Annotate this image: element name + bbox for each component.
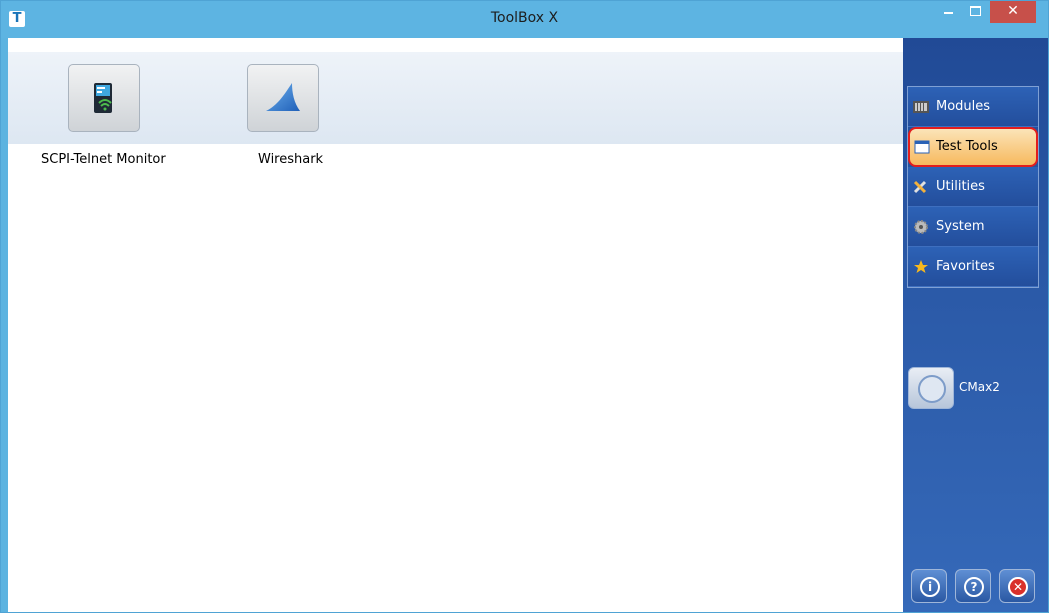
sidebar-item-label: Utilities — [936, 179, 985, 194]
sidebar-item-label: Favorites — [936, 259, 995, 274]
modules-icon — [913, 101, 929, 113]
info-button[interactable]: i — [911, 569, 947, 603]
star-icon — [914, 260, 928, 273]
close-button[interactable]: ✕ — [990, 1, 1036, 23]
sidebar: Modules Test Tools Utilities System Favo… — [903, 38, 1048, 612]
wireshark-fin-icon — [266, 83, 300, 111]
tool-label: SCPI-Telnet Monitor — [41, 152, 166, 167]
disc-icon — [918, 375, 946, 403]
info-icon: i — [920, 577, 940, 597]
minimize-icon — [944, 12, 953, 14]
minimize-button[interactable] — [935, 1, 962, 23]
title-bar[interactable]: T ToolBox X ✕ — [1, 1, 1048, 38]
utilities-icon — [913, 180, 927, 194]
exit-icon: ✕ — [1008, 577, 1028, 597]
sidebar-item-test-tools[interactable]: Test Tools — [908, 127, 1038, 167]
maximize-button[interactable] — [962, 1, 989, 23]
sidebar-item-label: Test Tools — [936, 139, 998, 154]
scpi-telnet-monitor-button[interactable] — [68, 64, 140, 132]
window-title: ToolBox X — [490, 10, 559, 26]
device-label: CMax2 — [959, 380, 1000, 394]
tool-label: Wireshark — [258, 152, 324, 167]
cmax2-device-button[interactable] — [908, 367, 954, 409]
help-button[interactable]: ? — [955, 569, 991, 603]
sidebar-item-favorites[interactable]: Favorites — [908, 247, 1038, 287]
sidebar-item-system-settings[interactable]: System Settings — [908, 207, 1038, 274]
exit-button[interactable]: ✕ — [999, 569, 1035, 603]
maximize-icon — [970, 6, 981, 16]
tools-strip — [8, 52, 903, 144]
test-tools-icon — [914, 140, 930, 154]
wireshark-button[interactable] — [247, 64, 319, 132]
toolbox-window: T ToolBox X ✕ SCPI-Telnet Monitor Wiresh… — [0, 0, 1049, 613]
telnet-monitor-icon — [94, 83, 112, 113]
main-content: SCPI-Telnet Monitor Wireshark — [8, 38, 903, 612]
sidebar-item-label: Modules — [936, 99, 991, 114]
sidebar-item-modules[interactable]: Modules — [908, 87, 1038, 127]
settings-gear-icon — [914, 220, 928, 234]
help-icon: ? — [964, 577, 984, 597]
sidebar-menu: Modules Test Tools Utilities System Favo… — [907, 86, 1039, 288]
close-icon: ✕ — [1007, 3, 1019, 19]
sidebar-item-utilities[interactable]: Utilities — [908, 167, 1038, 207]
